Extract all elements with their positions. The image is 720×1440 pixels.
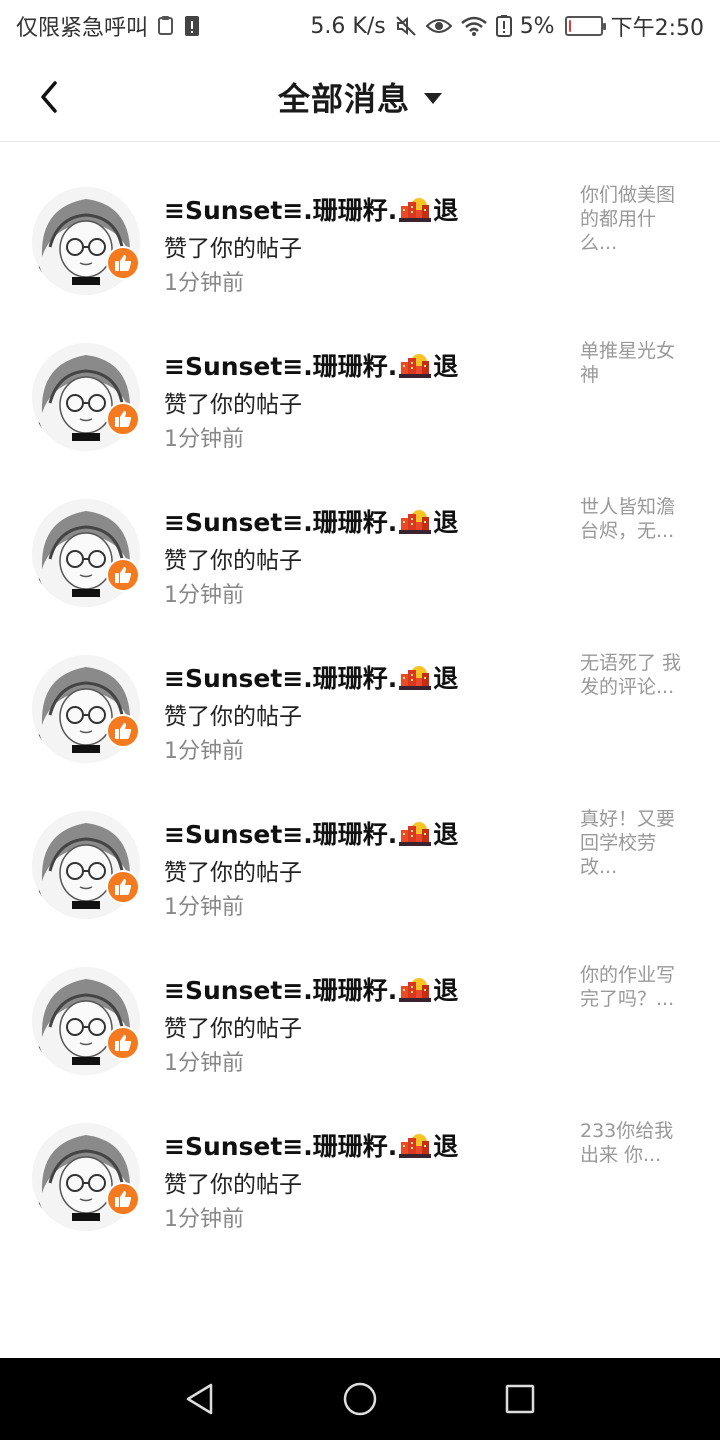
action-text: 赞了你的帖子 xyxy=(164,1016,302,1042)
city-sunset-icon xyxy=(399,978,432,1002)
battery-icon xyxy=(564,16,606,36)
user-name-text: ≡Sunset≡.珊珊籽. xyxy=(164,352,398,381)
like-badge xyxy=(106,870,140,904)
like-badge xyxy=(106,246,140,280)
caret-down-icon xyxy=(424,92,442,104)
user-name[interactable]: ≡Sunset≡.珊珊籽. 退 xyxy=(164,503,458,539)
post-snippet[interactable]: 真好！又要回学校劳改... xyxy=(580,807,692,879)
like-badge xyxy=(106,402,140,436)
wifi-icon xyxy=(460,16,487,36)
user-name-suffix: 退 xyxy=(433,1132,459,1161)
battery-percent: 5% xyxy=(519,13,555,39)
square-recents-icon xyxy=(505,1384,535,1414)
user-name[interactable]: ≡Sunset≡.珊珊籽. 退 xyxy=(164,1127,458,1163)
action-text: 赞了你的帖子 xyxy=(164,392,302,418)
city-sunset-icon xyxy=(399,822,432,846)
post-snippet[interactable]: 世人皆知澹台烬，无... xyxy=(580,495,692,543)
action-text: 赞了你的帖子 xyxy=(164,236,302,262)
battery-alert-icon xyxy=(495,15,512,37)
user-name-suffix: 退 xyxy=(433,508,459,537)
status-left: 仅限紧急呼叫 xyxy=(16,10,200,42)
thumbs-up-icon xyxy=(115,255,132,271)
timestamp: 1分钟前 xyxy=(164,1051,244,1076)
like-badge xyxy=(106,1026,140,1060)
clock: 下午2:50 xyxy=(610,16,704,41)
eye-icon xyxy=(425,19,452,33)
post-snippet[interactable]: 你们做美图的都用什么... xyxy=(580,183,692,255)
user-name-suffix: 退 xyxy=(433,196,459,225)
clipboard-icon xyxy=(158,16,174,35)
action-text: 赞了你的帖子 xyxy=(164,548,302,574)
like-badge xyxy=(106,1182,140,1216)
message-item[interactable]: ≡Sunset≡.珊珊籽. 退 赞了你的帖子 1分钟前 真好！又要回学校劳改..… xyxy=(0,795,720,951)
action-text: 赞了你的帖子 xyxy=(164,860,302,886)
user-name-text: ≡Sunset≡.珊珊籽. xyxy=(164,196,398,225)
post-snippet[interactable]: 无语死了 我发的评论... xyxy=(580,651,692,699)
message-item[interactable]: ≡Sunset≡.珊珊籽. 退 赞了你的帖子 1分钟前 你们做美图的都用什么..… xyxy=(0,171,720,327)
status-right: 5.6 K/s 5% 下午2:50 xyxy=(310,10,704,42)
header: 全部消息 xyxy=(0,52,720,142)
user-name-suffix: 退 xyxy=(433,664,459,693)
user-name[interactable]: ≡Sunset≡.珊珊籽. 退 xyxy=(164,971,458,1007)
user-name[interactable]: ≡Sunset≡.珊珊籽. 退 xyxy=(164,815,458,851)
like-badge xyxy=(106,558,140,592)
circle-home-icon xyxy=(343,1382,377,1416)
city-sunset-icon xyxy=(399,198,432,222)
timestamp: 1分钟前 xyxy=(164,583,244,608)
like-badge xyxy=(106,714,140,748)
message-list[interactable]: ≡Sunset≡.珊珊籽. 退 赞了你的帖子 1分钟前 #挑战关注14亿中国..… xyxy=(0,143,720,1357)
message-list-inner: ≡Sunset≡.珊珊籽. 退 赞了你的帖子 1分钟前 #挑战关注14亿中国..… xyxy=(0,143,720,1263)
message-item[interactable]: ≡Sunset≡.珊珊籽. 退 赞了你的帖子 1分钟前 世人皆知澹台烬，无... xyxy=(0,483,720,639)
page-title: 全部消息 xyxy=(277,80,410,118)
user-name[interactable]: ≡Sunset≡.珊珊籽. 退 xyxy=(164,659,458,695)
post-snippet[interactable]: 你的作业写完了吗？... xyxy=(580,963,692,1011)
action-text: 赞了你的帖子 xyxy=(164,704,302,730)
user-name-text: ≡Sunset≡.珊珊籽. xyxy=(164,1132,398,1161)
user-name-text: ≡Sunset≡.珊珊籽. xyxy=(164,820,398,849)
message-item[interactable]: ≡Sunset≡.珊珊籽. 退 赞了你的帖子 1分钟前 233你给我出来 你..… xyxy=(0,1107,720,1263)
user-name-suffix: 退 xyxy=(433,820,459,849)
post-snippet[interactable]: 单推星光女神 xyxy=(580,339,692,387)
battery-level xyxy=(568,20,571,32)
timestamp: 1分钟前 xyxy=(164,739,244,764)
user-name[interactable]: ≡Sunset≡.珊珊籽. 退 xyxy=(164,191,458,227)
user-name-text: ≡Sunset≡.珊珊籽. xyxy=(164,664,398,693)
user-name-suffix: 退 xyxy=(433,976,459,1005)
sim-alert-icon xyxy=(185,16,200,36)
city-sunset-icon xyxy=(399,510,432,534)
nav-recents-button[interactable] xyxy=(490,1369,550,1429)
message-item[interactable]: ≡Sunset≡.珊珊籽. 退 赞了你的帖子 1分钟前 #挑战关注14亿中国..… xyxy=(0,143,720,171)
city-sunset-icon xyxy=(399,1134,432,1158)
message-item[interactable]: ≡Sunset≡.珊珊籽. 退 赞了你的帖子 1分钟前 无语死了 我发的评论..… xyxy=(0,639,720,795)
post-snippet[interactable]: 233你给我出来 你... xyxy=(580,1119,692,1167)
carrier-text: 仅限紧急呼叫 xyxy=(16,16,149,41)
system-nav-bar xyxy=(0,1358,720,1440)
city-sunset-icon xyxy=(399,354,432,378)
net-speed: 5.6 K/s xyxy=(310,13,386,39)
mute-icon xyxy=(395,16,416,36)
thumbs-up-icon xyxy=(115,879,132,895)
thumbs-up-icon xyxy=(115,567,132,583)
nav-back-button[interactable] xyxy=(170,1369,230,1429)
user-name-text: ≡Sunset≡.珊珊籽. xyxy=(164,976,398,1005)
timestamp: 1分钟前 xyxy=(164,427,244,452)
triangle-back-icon xyxy=(186,1383,213,1415)
user-name[interactable]: ≡Sunset≡.珊珊籽. 退 xyxy=(164,347,458,383)
thumbs-up-icon xyxy=(115,1191,132,1207)
action-text: 赞了你的帖子 xyxy=(164,1172,302,1198)
timestamp: 1分钟前 xyxy=(164,1207,244,1232)
thumbs-up-icon xyxy=(115,1035,132,1051)
nav-home-button[interactable] xyxy=(330,1369,390,1429)
timestamp: 1分钟前 xyxy=(164,271,244,296)
user-name-text: ≡Sunset≡.珊珊籽. xyxy=(164,508,398,537)
thumbs-up-icon xyxy=(115,723,132,739)
city-sunset-icon xyxy=(399,666,432,690)
user-name-suffix: 退 xyxy=(433,352,459,381)
status-bar: 仅限紧急呼叫 5.6 K/s 5% 下午2:50 xyxy=(0,0,720,52)
message-item[interactable]: ≡Sunset≡.珊珊籽. 退 赞了你的帖子 1分钟前 单推星光女神 xyxy=(0,327,720,483)
message-item[interactable]: ≡Sunset≡.珊珊籽. 退 赞了你的帖子 1分钟前 你的作业写完了吗？... xyxy=(0,951,720,1107)
timestamp: 1分钟前 xyxy=(164,895,244,920)
thumbs-up-icon xyxy=(115,411,132,427)
title-dropdown[interactable]: 全部消息 xyxy=(0,52,720,142)
